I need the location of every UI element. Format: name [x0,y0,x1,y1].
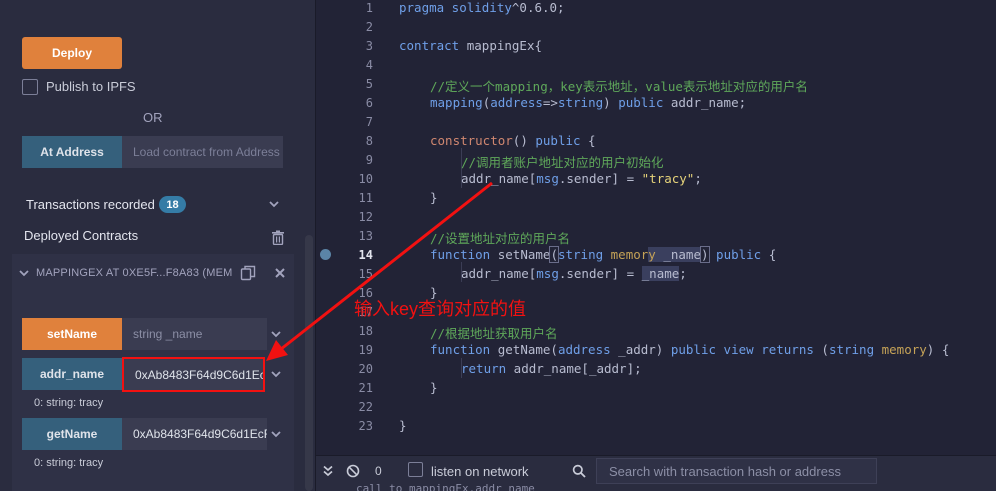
code-line-18: //根据地址获取用户名 [430,326,558,341]
line-number: 3 [365,39,373,53]
getname-result: 0: string: tracy [34,457,104,469]
code-line-10: addr_name[msg.sender] = "tracy"; [461,171,702,186]
line-number: 7 [365,115,373,129]
clear-console-icon[interactable] [346,464,360,478]
line-number: 11 [358,191,373,205]
left-panel-scrollbar[interactable] [305,235,313,491]
search-icon [572,464,586,478]
chevron-down-icon[interactable] [268,366,284,382]
line-number: 6 [365,96,373,110]
getname-input[interactable]: 0xAb8483F64d9C6d1EcF9b849Ae677dD3315835c… [122,418,267,450]
code-line-13: //设置地址对应的用户名 [430,231,571,246]
chevron-down-icon[interactable] [268,326,284,342]
copy-icon[interactable] [240,265,256,281]
transactions-recorded-label[interactable]: Transactions recorded [26,197,155,212]
line-number: 14 [358,248,373,262]
line-number: 4 [365,58,373,72]
line-number: 22 [358,400,373,414]
addr-name-button[interactable]: addr_name [22,358,122,390]
line-number: 9 [365,153,373,167]
line-number: 20 [358,362,373,376]
line-number: 18 [358,324,373,338]
transactions-count-badge: 18 [159,196,186,213]
line-number: 1 [365,1,373,15]
or-separator: OR [143,110,163,125]
line-number: 23 [358,419,373,433]
double-chevron-down-icon[interactable] [321,464,335,478]
addr-name-result: 0: string: tracy [34,397,104,409]
code-line-19: function getName(address _addr) public v… [430,342,950,357]
code-line-8: constructor() public { [430,133,596,148]
instance-title[interactable]: MAPPINGEX AT 0XE5F...F8A83 (MEMORY) [36,267,232,279]
code-line-3: contract mappingEx{ [399,38,543,53]
at-address-button[interactable]: At Address [22,136,122,168]
line-number: 2 [365,20,373,34]
code-line-14: function setName(string memory _name) pu… [430,246,777,263]
code-line-15: addr_name[msg.sender] = _name; [461,266,687,281]
deploy-button[interactable]: Deploy [22,37,122,69]
trash-icon[interactable] [271,230,285,246]
line-number: 10 [358,172,373,186]
line-number: 8 [365,134,373,148]
line-number: 15 [358,267,373,281]
code-line-5: //定义一个mapping，key表示地址，value表示地址对应的用户名 [430,79,808,94]
code-line-23: } [399,418,407,433]
line-number: 21 [358,381,373,395]
code-line-21: } [430,380,438,395]
line-number: 5 [365,77,373,91]
line-number: 13 [358,229,373,243]
chevron-down-icon[interactable] [16,265,32,281]
annotation-text: 输入key查询对应的值 [354,299,527,319]
terminal-log-line: call to mappingEx.addr_name [356,482,535,491]
code-editor[interactable] [316,0,996,455]
addr-name-input[interactable]: 0xAb8483F64d9C6d1EcF9b849Ae677dD3315835c… [122,357,265,392]
code-line-1: pragma solidity^0.6.0; [399,0,565,15]
publish-ipfs-label: Publish to IPFS [46,79,136,94]
publish-ipfs-checkbox[interactable] [22,79,38,95]
chevron-down-icon[interactable] [266,196,282,212]
code-line-11: } [430,190,438,205]
pending-transactions-count: 0 [375,464,382,478]
getname-button[interactable]: getName [22,418,122,450]
listen-on-network-label: listen on network [431,464,529,479]
setname-input[interactable]: string _name [122,318,267,350]
transaction-search-input[interactable]: Search with transaction hash or address [596,458,877,484]
code-line-6: mapping(address=>string) public addr_nam… [430,95,747,110]
code-line-20: return addr_name[_addr]; [461,361,642,376]
load-contract-address-input[interactable]: Load contract from Address [122,136,283,168]
code-line-9: //调用者账户地址对应的用户初始化 [461,155,664,170]
line-number: 19 [358,343,373,357]
listen-on-network-checkbox[interactable] [408,462,423,477]
line-number: 12 [358,210,373,224]
close-icon[interactable] [273,266,287,280]
chevron-down-icon[interactable] [268,426,284,442]
setname-button[interactable]: setName [22,318,122,350]
deployed-contracts-label: Deployed Contracts [24,228,139,243]
